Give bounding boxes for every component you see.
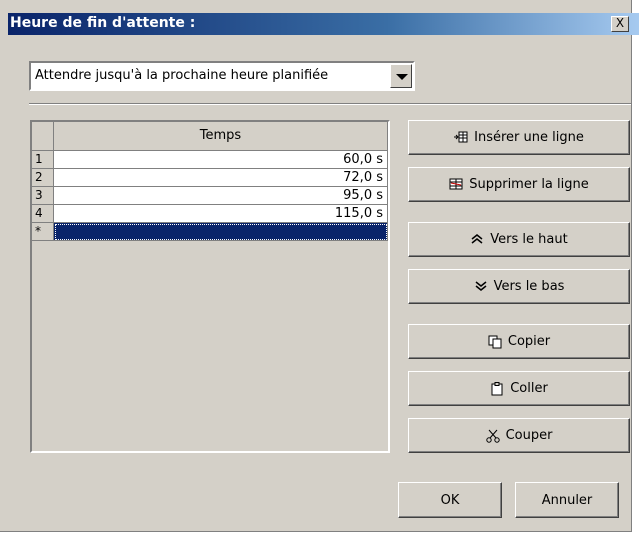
window-title: Heure de fin d'attente :	[10, 15, 196, 31]
cancel-label: Annuler	[541, 492, 593, 508]
delete-row-label: Supprimer la ligne	[469, 177, 589, 192]
move-up-label: Vers le haut	[490, 232, 568, 247]
close-button[interactable]: X	[611, 16, 629, 32]
new-row-cell[interactable]	[54, 223, 388, 241]
row-header[interactable]: 1	[32, 151, 54, 169]
move-down-button[interactable]: Vers le bas	[408, 269, 630, 304]
double-chevron-down-icon	[474, 280, 488, 294]
times-grid[interactable]: Temps 1 60,0 s 2 72,0 s 3 95,0 s 4 115,0…	[30, 120, 390, 453]
cancel-button[interactable]: Annuler	[515, 482, 619, 518]
row-header[interactable]: 2	[32, 169, 54, 187]
time-cell[interactable]: 95,0 s	[54, 187, 388, 205]
title-bar[interactable]: Heure de fin d'attente : X	[8, 13, 639, 35]
paste-icon	[490, 381, 504, 396]
new-row-marker[interactable]: *	[32, 223, 54, 241]
table-row[interactable]: 2 72,0 s	[32, 169, 388, 187]
ok-label: OK	[440, 492, 460, 508]
table-row[interactable]: 4 115,0 s	[32, 205, 388, 223]
table-row[interactable]: 3 95,0 s	[32, 187, 388, 205]
table-row[interactable]: 1 60,0 s	[32, 151, 388, 169]
time-cell[interactable]: 115,0 s	[54, 205, 388, 223]
grid-corner	[32, 122, 54, 151]
scissors-icon	[485, 429, 500, 443]
paste-button[interactable]: Coller	[408, 371, 630, 406]
separator	[29, 103, 631, 105]
insert-row-button[interactable]: Insérer une ligne	[408, 120, 630, 155]
cut-label: Couper	[505, 428, 553, 443]
row-header[interactable]: 4	[32, 205, 54, 223]
dropdown-arrow-button[interactable]	[390, 64, 412, 88]
close-icon: X	[615, 16, 625, 30]
paste-label: Coller	[510, 381, 548, 396]
copy-label: Copier	[507, 334, 551, 349]
delete-row-button[interactable]: Supprimer la ligne	[408, 167, 630, 202]
dialog-window: Heure de fin d'attente : X Attendre jusq…	[0, 0, 639, 532]
row-header[interactable]: 3	[32, 187, 54, 205]
insert-row-icon	[454, 131, 468, 145]
ok-button[interactable]: OK	[398, 482, 502, 518]
insert-row-label: Insérer une ligne	[474, 130, 584, 145]
copy-icon	[488, 335, 502, 349]
column-header-temps[interactable]: Temps	[54, 122, 388, 151]
wait-mode-value: Attendre jusqu'à la prochaine heure plan…	[35, 68, 329, 83]
double-chevron-up-icon	[470, 233, 484, 247]
move-down-label: Vers le bas	[493, 279, 565, 294]
time-cell[interactable]: 72,0 s	[54, 169, 388, 187]
move-up-button[interactable]: Vers le haut	[408, 222, 630, 257]
copy-button[interactable]: Copier	[408, 324, 630, 359]
wait-mode-select[interactable]: Attendre jusqu'à la prochaine heure plan…	[29, 61, 415, 91]
cut-button[interactable]: Couper	[408, 418, 630, 453]
new-row[interactable]: *	[32, 223, 388, 241]
delete-row-icon	[449, 178, 463, 192]
time-cell[interactable]: 60,0 s	[54, 151, 388, 169]
